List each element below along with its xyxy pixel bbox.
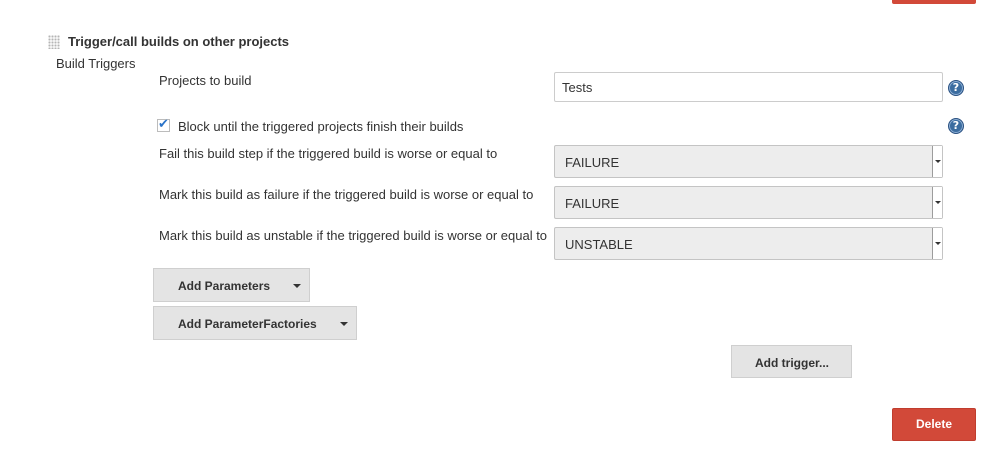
projects-to-build-input[interactable]	[554, 72, 943, 102]
block-until-finish-checkbox[interactable]: ✔	[157, 117, 170, 132]
help-icon[interactable]: ?	[948, 80, 964, 96]
section-subtitle: Build Triggers	[56, 56, 136, 71]
add-parameters-label: Add Parameters	[178, 279, 271, 293]
mark-unstable-label: Mark this build as unstable if the trigg…	[159, 228, 548, 243]
chevron-down-icon	[293, 284, 301, 288]
add-parameters-button[interactable]: Add Parameters	[153, 268, 310, 302]
checkmark-icon: ✔	[158, 117, 169, 132]
fail-step-value: FAILURE	[565, 155, 620, 170]
dropdown-arrow-icon	[932, 187, 942, 218]
add-parameter-factories-button[interactable]: Add ParameterFactories	[153, 306, 357, 340]
delete-button-above[interactable]	[892, 0, 976, 4]
mark-unstable-select[interactable]: UNSTABLE	[554, 227, 943, 260]
block-until-finish-label: Block until the triggered projects finis…	[178, 119, 464, 134]
dropdown-arrow-icon	[932, 228, 942, 259]
mark-failure-label: Mark this build as failure if the trigge…	[159, 187, 534, 202]
fail-step-label: Fail this build step if the triggered bu…	[159, 146, 498, 161]
add-trigger-label: Add trigger...	[755, 356, 830, 370]
mark-failure-select[interactable]: FAILURE	[554, 186, 943, 219]
dropdown-arrow-icon	[932, 146, 942, 177]
delete-button[interactable]: Delete	[892, 408, 976, 441]
mark-unstable-value: UNSTABLE	[565, 237, 633, 252]
projects-to-build-label: Projects to build	[159, 73, 252, 88]
mark-failure-value: FAILURE	[565, 196, 620, 211]
chevron-down-icon	[340, 322, 348, 326]
section-title: Trigger/call builds on other projects	[68, 34, 290, 49]
fail-step-select[interactable]: FAILURE	[554, 145, 943, 178]
drag-handle-icon[interactable]	[48, 35, 60, 49]
add-parameter-factories-label: Add ParameterFactories	[178, 317, 317, 331]
add-trigger-button[interactable]: Add trigger...	[731, 345, 852, 378]
help-icon[interactable]: ?	[948, 118, 964, 134]
